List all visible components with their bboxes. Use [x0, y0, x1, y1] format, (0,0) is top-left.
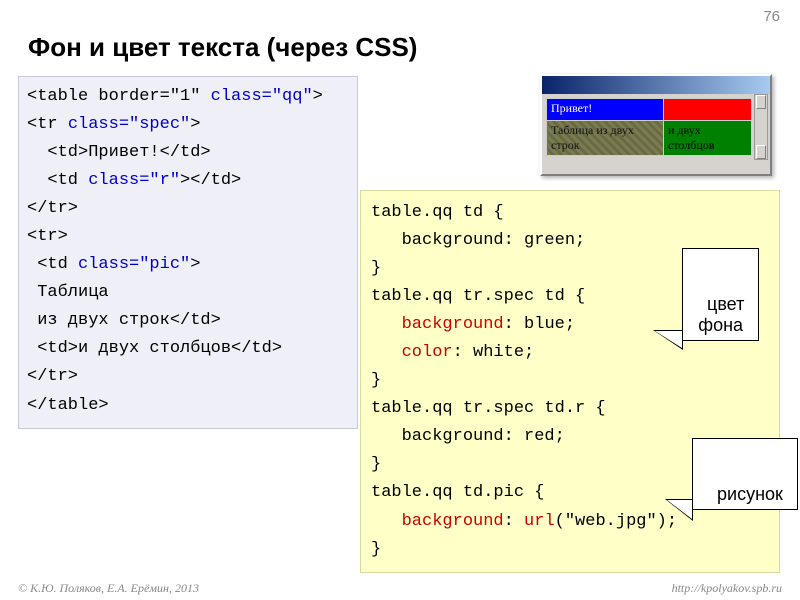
code-line: : blue; [504, 315, 575, 334]
preview-table: Привет! Таблица из двух строк и двух сто… [546, 98, 752, 156]
code-line: > [190, 115, 200, 134]
footer-copyright: © К.Ю. Поляков, Е.А. Ерёмин, 2013 [18, 581, 199, 595]
code-attr: class="pic" [78, 255, 190, 274]
preview-cell [663, 99, 751, 121]
code-line: } [371, 455, 381, 474]
callout-text: цвет фона [698, 294, 744, 335]
code-line: <table border="1" [27, 87, 211, 106]
preview-titlebar [542, 76, 770, 94]
code-line: </table> [27, 396, 109, 415]
code-line: > [313, 87, 323, 106]
code-line: </tr> [27, 367, 78, 386]
code-prop: background [402, 512, 504, 531]
code-line: <tr [27, 115, 68, 134]
preview-window: Привет! Таблица из двух строк и двух сто… [540, 74, 772, 176]
code-line [371, 512, 402, 531]
code-line: </tr> [27, 199, 78, 218]
code-line: : [504, 512, 524, 531]
preview-cell: и двух столбцов [663, 121, 751, 156]
code-prop: color [402, 343, 453, 362]
code-line: ("web.jpg"); [555, 512, 677, 531]
preview-cell: Таблица из двух строк [547, 121, 664, 156]
scrollbar[interactable] [754, 94, 768, 160]
preview-cell: Привет! [547, 99, 664, 121]
code-line: ></td> [180, 171, 241, 190]
footer: © К.Ю. Поляков, Е.А. Ерёмин, 2013 http:/… [18, 581, 782, 596]
code-line: <td [27, 171, 88, 190]
callout-tail-icon [653, 330, 683, 350]
callout-text: рисунок [717, 484, 783, 504]
page-number: 76 [763, 8, 780, 25]
html-code-block: <table border="1" class="qq"> <tr class=… [18, 76, 358, 429]
code-line: } [371, 259, 381, 278]
code-line: <td>Привет!</td> [27, 143, 211, 162]
code-line: table.qq td { [371, 203, 504, 222]
code-line: table.qq tr.spec td { [371, 287, 585, 306]
footer-url: http://kpolyakov.spb.ru [672, 581, 782, 596]
code-line: <td>и двух столбцов</td> [27, 339, 282, 358]
code-prop: background [402, 315, 504, 334]
code-line: background: green; [371, 231, 585, 250]
code-attr: class="spec" [68, 115, 190, 134]
slide-title: Фон и цвет текста (через CSS) [28, 32, 417, 63]
code-func: url [524, 512, 555, 531]
callout-bgcolor: цвет фона [682, 248, 759, 341]
code-attr: class="qq" [211, 87, 313, 106]
code-line: } [371, 540, 381, 559]
code-line: } [371, 371, 381, 390]
code-line: : white; [453, 343, 535, 362]
code-line: > [190, 255, 200, 274]
code-line: Таблица [27, 283, 109, 302]
callout-tail-icon [665, 499, 693, 521]
code-line: <td [27, 255, 78, 274]
callout-image: рисунок [692, 438, 798, 510]
code-line: из двух строк</td> [27, 311, 221, 330]
code-line [371, 315, 402, 334]
code-line: <tr> [27, 227, 68, 246]
code-line: table.qq tr.spec td.r { [371, 399, 606, 418]
code-line: table.qq td.pic { [371, 483, 544, 502]
code-line [371, 343, 402, 362]
code-line: background: red; [371, 427, 565, 446]
code-attr: class="r" [88, 171, 180, 190]
